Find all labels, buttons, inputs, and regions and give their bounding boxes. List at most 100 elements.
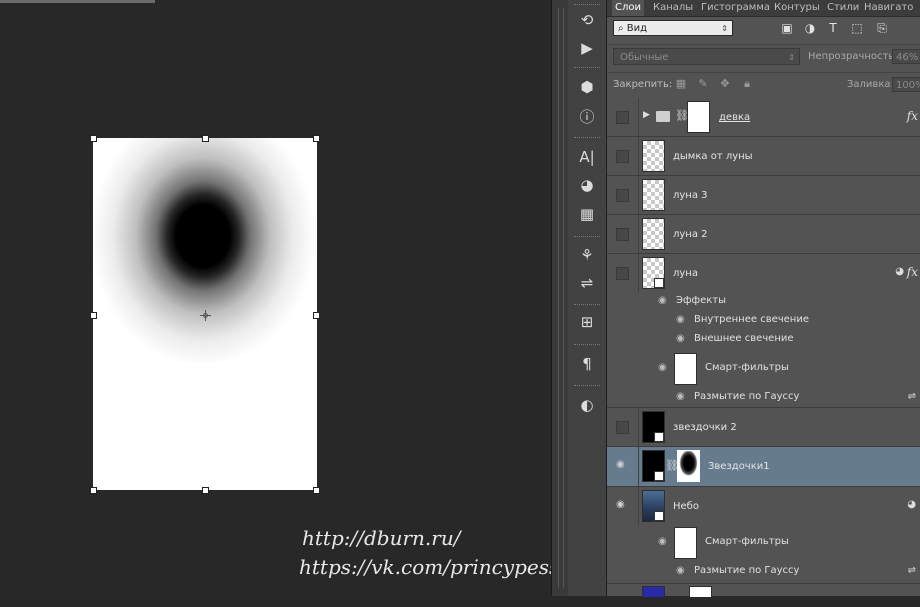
- paragraph-icon[interactable]: ¶: [575, 353, 599, 375]
- smart-filter-row[interactable]: ◉ Размытие по Гауссу ⇌: [638, 562, 920, 581]
- layer-name[interactable]: луна 2: [673, 229, 708, 240]
- eye-icon[interactable]: ◉: [676, 391, 685, 402]
- tab-channels[interactable]: Каналы: [650, 0, 696, 16]
- visibility-box[interactable]: [616, 421, 629, 434]
- layer-row-stars1[interactable]: ◉ ⛓ Звездочки1: [607, 447, 920, 487]
- smart-filter-icon[interactable]: ◕: [895, 266, 904, 277]
- visibility-box[interactable]: [616, 111, 629, 124]
- expand-arrow-icon[interactable]: ▶: [643, 110, 650, 120]
- layer-row-mist[interactable]: дымка от луны: [607, 137, 920, 176]
- transform-center-icon[interactable]: [200, 310, 211, 321]
- layer-name[interactable]: Небо: [673, 501, 699, 512]
- fill-input[interactable]: 100%: [892, 77, 920, 92]
- actions-play-icon[interactable]: ▶: [575, 37, 599, 59]
- canvas-area[interactable]: http://dburn.ru/ https://vk.com/princype…: [0, 0, 571, 596]
- layer-thumbnail[interactable]: [642, 411, 665, 443]
- transform-handle-top-right[interactable]: [313, 135, 320, 142]
- brush-preset-icon[interactable]: ⇌: [575, 272, 599, 294]
- eye-icon[interactable]: ◉: [676, 333, 685, 344]
- info-icon[interactable]: ⓘ: [575, 105, 599, 127]
- tab-histogram[interactable]: Гистограмма: [698, 0, 773, 16]
- panel-divider[interactable]: [551, 0, 569, 596]
- tab-paths[interactable]: Контуры: [771, 0, 823, 16]
- transform-handle-bottom[interactable]: [202, 487, 209, 494]
- history-icon[interactable]: ⟲: [575, 9, 599, 31]
- tab-layers[interactable]: Слои: [612, 0, 644, 16]
- visibility-toggle[interactable]: [607, 254, 639, 292]
- transform-handle-bottom-left[interactable]: [90, 487, 97, 494]
- smart-filter-icon[interactable]: ◕: [907, 499, 916, 510]
- visibility-toggle[interactable]: [607, 408, 639, 446]
- eye-icon[interactable]: ◉: [658, 362, 667, 373]
- effects-row[interactable]: ◉ Эффекты: [638, 292, 920, 311]
- type-filter-icon[interactable]: T: [826, 21, 840, 35]
- pixel-filter-icon[interactable]: ▣: [780, 21, 794, 35]
- grid-icon[interactable]: ▦: [575, 203, 599, 225]
- visibility-toggle[interactable]: [607, 98, 639, 136]
- layer-name[interactable]: дымка от луны: [673, 151, 753, 162]
- smart-filter-mask-thumbnail[interactable]: [674, 527, 697, 559]
- eye-icon[interactable]: ◉: [658, 295, 667, 306]
- transform-handle-top-left[interactable]: [90, 135, 97, 142]
- layer-name[interactable]: Звездочки1: [708, 461, 770, 472]
- transform-handle-top[interactable]: [202, 135, 209, 142]
- eye-icon[interactable]: ◉: [676, 565, 685, 576]
- eye-icon[interactable]: ◉: [616, 499, 625, 510]
- effect-row[interactable]: ◉ Внешнее свечение: [638, 330, 920, 349]
- visibility-toggle[interactable]: ◉: [607, 447, 639, 486]
- layer-thumbnail[interactable]: [642, 450, 665, 482]
- mask-thumbnail[interactable]: [687, 101, 710, 133]
- smart-filter-mask-thumbnail[interactable]: [674, 353, 697, 385]
- layer-row-devka[interactable]: ▶ ⛓ девка fx: [607, 98, 920, 137]
- eye-icon[interactable]: ◉: [616, 459, 625, 470]
- smart-filters-row[interactable]: ◉ Смарт-фильтры: [638, 351, 920, 387]
- fx-icon[interactable]: fx: [907, 265, 918, 279]
- transform-handle-bottom-right[interactable]: [313, 487, 320, 494]
- layer-thumbnail[interactable]: [642, 490, 665, 522]
- layer-row-stars2[interactable]: звездочки 2: [607, 408, 920, 447]
- transform-handle-left[interactable]: [90, 312, 97, 319]
- eye-icon[interactable]: ◉: [658, 536, 667, 547]
- blend-mode-select[interactable]: Обычные ⇕: [613, 48, 800, 65]
- clone-source-icon[interactable]: ⊞: [575, 311, 599, 333]
- layer-thumbnail[interactable]: [642, 586, 665, 597]
- character-icon[interactable]: A|: [575, 146, 599, 168]
- lock-pixels-icon[interactable]: ✎: [696, 77, 710, 91]
- grip-bar[interactable]: [574, 137, 600, 141]
- swatches-icon[interactable]: ◕: [575, 174, 599, 196]
- layer-name[interactable]: луна 3: [673, 190, 708, 201]
- smart-object-filter-icon[interactable]: ⎘: [875, 21, 889, 35]
- layer-thumbnail[interactable]: [642, 140, 665, 172]
- eye-icon[interactable]: ◉: [676, 314, 685, 325]
- layer-kind-filter[interactable]: ⌕ Вид ⇕: [613, 20, 733, 36]
- layer-thumbnail[interactable]: [642, 218, 665, 250]
- layer-name[interactable]: звездочки 2: [673, 422, 737, 433]
- opacity-input[interactable]: 46%: [892, 49, 920, 64]
- filter-options-icon[interactable]: ⇌: [908, 391, 916, 402]
- visibility-toggle[interactable]: [607, 176, 639, 214]
- shape-filter-icon[interactable]: ⬚: [850, 21, 864, 35]
- mask-thumbnail[interactable]: [677, 450, 700, 482]
- 3d-icon[interactable]: ⬢: [575, 76, 599, 98]
- layer-thumbnail[interactable]: [642, 179, 665, 211]
- divider-grip[interactable]: [558, 8, 564, 588]
- tab-styles[interactable]: Стили: [824, 0, 862, 16]
- smart-filters-row[interactable]: ◉ Смарт-фильтры: [638, 525, 920, 561]
- layer-thumbnail[interactable]: [642, 257, 665, 289]
- mask-thumbnail[interactable]: [689, 586, 712, 597]
- transform-handle-right[interactable]: [313, 312, 320, 319]
- visibility-toggle[interactable]: ◉: [607, 487, 639, 525]
- smart-filter-row[interactable]: ◉ Размытие по Гауссу ⇌: [638, 388, 920, 407]
- visibility-toggle[interactable]: [607, 215, 639, 253]
- visibility-box[interactable]: [616, 228, 629, 241]
- brushes-icon[interactable]: ⚘: [575, 244, 599, 266]
- grip-bar[interactable]: [574, 4, 600, 8]
- tab-navigator[interactable]: Навигато: [861, 0, 916, 16]
- adjustments-icon[interactable]: ◐: [575, 394, 599, 416]
- visibility-box[interactable]: [616, 267, 629, 280]
- visibility-box[interactable]: [616, 150, 629, 163]
- lock-transparency-icon[interactable]: ▦: [674, 77, 688, 91]
- grip-bar[interactable]: [574, 385, 600, 389]
- adjustment-filter-icon[interactable]: ◑: [803, 21, 817, 35]
- visibility-box[interactable]: [616, 189, 629, 202]
